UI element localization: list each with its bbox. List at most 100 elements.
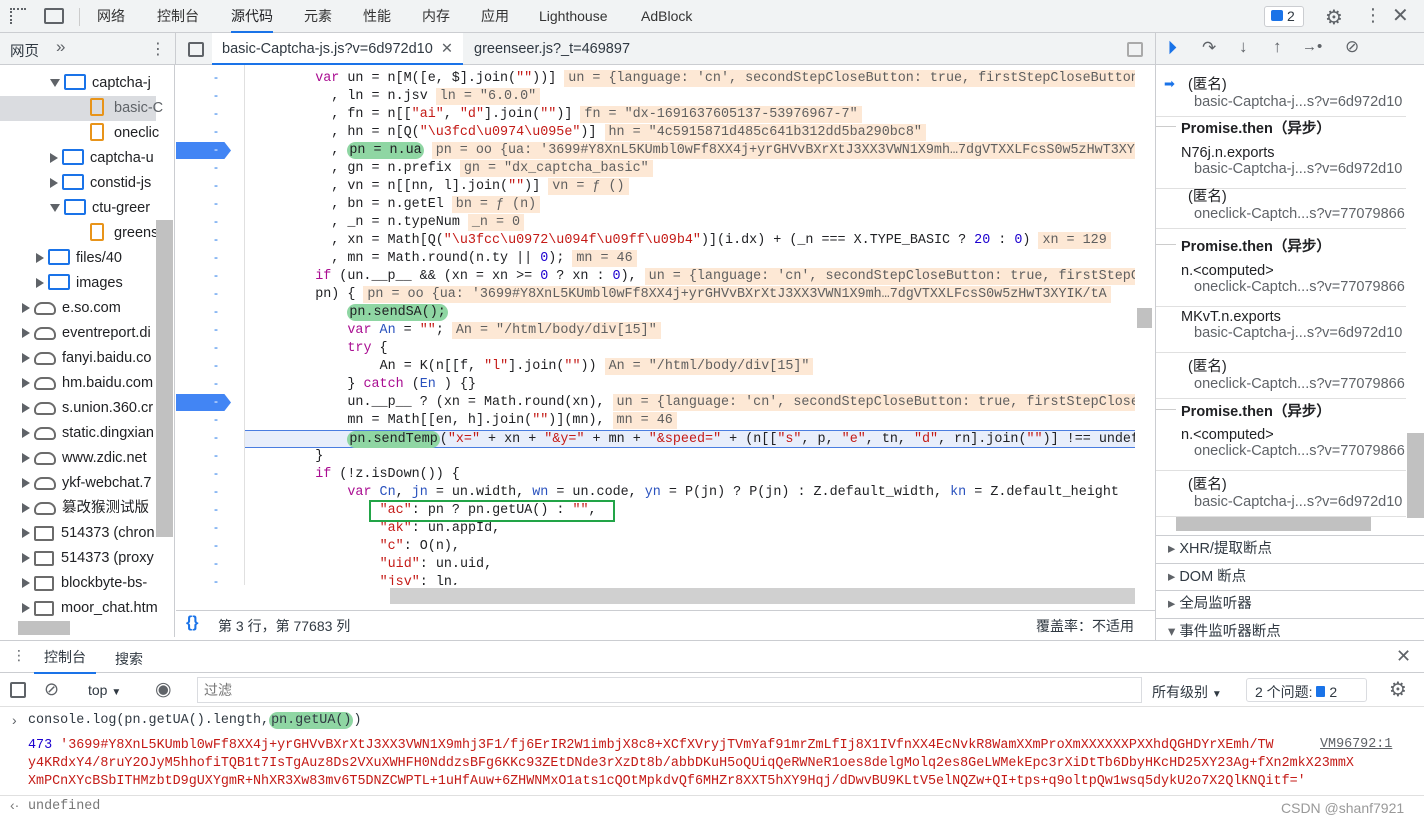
expanded-arrow-icon[interactable] [50,204,60,213]
editor-tab-basic-captcha[interactable]: basic-Captcha-js.js?v=6d972d10 ✕ [212,33,463,65]
toggle-navigator-icon[interactable] [188,42,204,57]
deactivate-breakpoints-icon[interactable]: ⊘ [1345,37,1359,57]
callstack-frame[interactable]: (匿名) oneclick-Captch...s?v=77079866 [1156,355,1406,399]
collapsed-arrow-icon[interactable] [22,353,30,364]
callstack-frame[interactable]: MKvT.n.exports basic-Captcha-j...s?v=6d97… [1156,309,1406,353]
tree-item[interactable]: basic-C [0,96,163,121]
editor-tab-greenseer[interactable]: greenseer.js?_t=469897 [474,33,630,65]
collapsed-arrow-icon[interactable] [50,178,58,189]
close-drawer-icon[interactable]: ✕ [1396,646,1411,667]
tree-item[interactable]: eventreport.di [0,321,156,346]
tree-item[interactable]: hm.baidu.com [0,371,156,396]
drawer-tab-search[interactable]: 搜索 [115,649,143,669]
tree-item[interactable]: static.dingxian [0,421,156,446]
console-settings-icon[interactable]: ⚙ [1389,677,1407,702]
callstack-frame[interactable]: ➡ (匿名) basic-Captcha-j...s?v=6d972d10 [1156,73,1406,117]
step-over-icon[interactable]: ↷ [1202,38,1216,58]
callstack-scrollbar-thumb[interactable] [1407,433,1424,518]
collapsed-arrow-icon[interactable] [36,253,44,264]
source-link[interactable]: VM96792:1 [1314,737,1393,752]
editor-hscrollbar-thumb[interactable] [390,588,1135,604]
issues-button[interactable]: 2 个问题: 2 [1246,678,1367,702]
step-icon[interactable]: →• [1302,38,1322,55]
panel-tab[interactable]: Lighthouse [539,0,608,33]
clear-console-icon[interactable]: ⊘ [44,679,59,700]
collapsed-arrow-icon[interactable] [22,553,30,564]
tree-item[interactable]: www.zdic.net [0,446,156,471]
nav-tab-page[interactable]: 网页 [10,40,39,61]
collapsed-arrow-icon[interactable] [36,278,44,289]
log-levels-select[interactable]: 所有级别 ▼ [1152,682,1222,702]
panel-section-1[interactable]: ▸ DOM 断点 [1156,562,1424,590]
more-options-icon[interactable]: ⋮ [1364,5,1382,26]
breakpoint-marker[interactable] [176,142,231,159]
panel-section-2[interactable]: ▸ 全局监听器 [1156,590,1424,617]
tree-item[interactable]: fanyi.baidu.co [0,346,156,371]
callstack-frame[interactable]: N76j.n.exports basic-Captcha-j...s?v=6d97… [1156,145,1406,189]
collapsed-arrow-icon[interactable] [22,578,30,589]
panel-tab[interactable]: 源代码 [231,0,273,33]
tree-item[interactable]: greens [0,221,158,246]
inspect-element-icon[interactable] [10,8,26,24]
nav-scrollbar-thumb[interactable] [156,220,173,537]
tree-item[interactable]: files/40 [0,246,156,271]
settings-icon[interactable]: ⚙ [1325,5,1343,30]
panel-tab[interactable]: 网络 [97,0,125,33]
tree-item[interactable]: ctu-greer [0,196,156,221]
panel-tab[interactable]: 性能 [363,0,391,33]
collapsed-arrow-icon[interactable] [22,303,30,314]
breakpoint-marker[interactable] [176,394,231,411]
collapsed-arrow-icon[interactable] [22,528,30,539]
panel-tab[interactable]: 应用 [481,0,509,33]
live-expression-icon[interactable]: ◉ [155,678,172,701]
tree-item[interactable]: s.union.360.cr [0,396,156,421]
collapsed-arrow-icon[interactable] [50,153,58,164]
pretty-print-icon[interactable]: {} [186,614,198,632]
tree-item[interactable]: 514373 (proxy [0,546,156,571]
tree-item[interactable]: oneclic [0,121,159,146]
line-gutter[interactable]: - - - - - - - - - - - - - - - - - - - - - - - - - - - - - [176,65,245,588]
panel-tab[interactable]: 元素 [304,0,332,33]
tree-item[interactable]: 514373 (chron [0,521,156,546]
callstack-frame[interactable]: (匿名) basic-Captcha-j...s?v=6d972d10 [1156,473,1406,517]
tree-item[interactable]: 篡改猴测试版 [0,496,156,521]
tree-item[interactable]: moor_chat.htm [0,596,158,621]
callstack-frame[interactable]: n.<computed> oneclick-Captch...s?v=770798… [1156,427,1406,471]
drawer-menu-icon[interactable]: ⋮ [12,647,26,664]
tree-item[interactable]: captcha-u [0,146,156,171]
tree-item[interactable]: images [0,271,156,296]
more-tabs-icon[interactable]: » [56,37,65,57]
drawer-tab-console[interactable]: 控制台 [34,641,96,674]
tree-item[interactable]: blockbyte-bs- [0,571,156,596]
toggle-debugger-icon[interactable] [1127,42,1143,57]
collapsed-arrow-icon[interactable] [22,428,30,439]
collapsed-arrow-icon[interactable] [22,503,30,514]
collapsed-arrow-icon[interactable] [22,603,30,614]
expanded-arrow-icon[interactable] [50,79,60,88]
console-filter-input[interactable] [197,677,1142,703]
callstack-frame[interactable]: n.<computed> oneclick-Captch...s?v=770798… [1156,263,1406,307]
tree-item[interactable]: e.so.com [0,296,156,321]
nav-hscrollbar-thumb[interactable] [18,621,70,635]
panel-tab[interactable]: 内存 [422,0,450,33]
collapsed-arrow-icon[interactable] [22,328,30,339]
panel-section-3[interactable]: ▾ 事件监听器断点 [1156,617,1424,640]
panel-tab[interactable]: AdBlock [641,0,692,33]
step-out-icon[interactable]: ↑ [1273,37,1282,57]
resume-icon[interactable]: ⏵ [1168,38,1177,58]
context-select[interactable]: top ▼ [88,682,121,698]
callstack-hscrollbar-thumb[interactable] [1176,517,1371,531]
editor-scrollbar-thumb[interactable] [1137,308,1152,328]
collapsed-arrow-icon[interactable] [22,478,30,489]
tree-item[interactable]: ykf-webchat.7 [0,471,156,496]
tree-item[interactable]: constid-js [0,171,156,196]
console-sidebar-icon[interactable] [10,682,26,698]
tree-item[interactable]: captcha-j [0,71,156,96]
collapsed-arrow-icon[interactable] [22,403,30,414]
close-devtools-icon[interactable]: ✕ [1392,3,1409,28]
close-tab-icon[interactable]: ✕ [441,41,453,57]
step-into-icon[interactable]: ↓ [1239,37,1248,57]
collapsed-arrow-icon[interactable] [22,453,30,464]
issues-button[interactable]: 2 [1264,6,1304,27]
callstack-frame[interactable]: (匿名) oneclick-Captch...s?v=77079866 [1156,185,1406,229]
